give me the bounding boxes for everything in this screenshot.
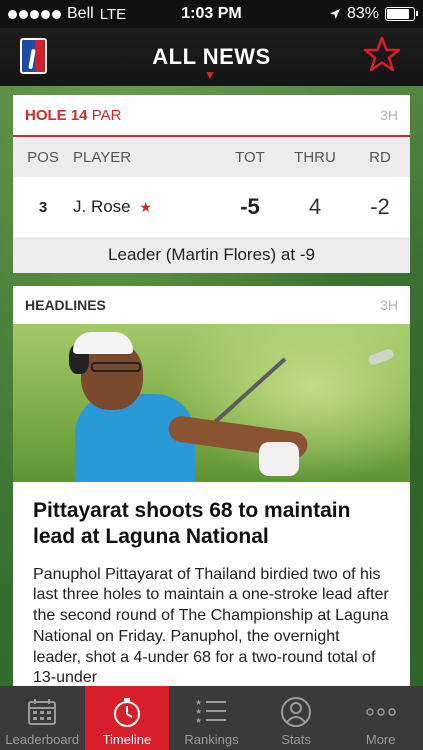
headline-card-header: HEADLINES 3H bbox=[13, 286, 410, 324]
position-value: 3 bbox=[38, 198, 48, 216]
timestamp: 3H bbox=[380, 107, 398, 123]
col-rd: RD bbox=[369, 148, 391, 166]
col-player: PLAYER bbox=[73, 148, 132, 166]
table-header: POS PLAYER TOT THRU RD bbox=[13, 137, 410, 177]
tab-label: Leaderboard bbox=[5, 732, 80, 747]
player-name: J. Rose bbox=[73, 197, 131, 216]
live-score-card[interactable]: HOLE 14 PAR 3H POS PLAYER TOT THRU RD 3 … bbox=[13, 95, 410, 273]
thru-value: 4 bbox=[308, 194, 322, 219]
svg-text:★: ★ bbox=[195, 707, 202, 716]
stopwatch-icon bbox=[113, 698, 140, 727]
col-thru: THRU bbox=[294, 148, 336, 166]
svg-text:★: ★ bbox=[195, 716, 202, 725]
network-label: LTE bbox=[99, 5, 127, 23]
tab-label: More bbox=[365, 732, 396, 747]
svg-text:★: ★ bbox=[195, 698, 202, 707]
timestamp: 3H bbox=[380, 297, 398, 313]
signal-icon bbox=[8, 9, 61, 19]
user-icon bbox=[281, 697, 312, 727]
chevron-down-icon[interactable]: ▼ bbox=[204, 68, 216, 82]
battery-percent: 83% bbox=[346, 5, 379, 22]
hole-label: HOLE 14 bbox=[25, 106, 88, 124]
tab-rankings[interactable]: ★ ★ ★ Rankings bbox=[169, 686, 254, 750]
total-score: -5 bbox=[240, 194, 260, 219]
carrier-label: Bell bbox=[67, 5, 94, 22]
tab-label: Rankings bbox=[184, 732, 239, 747]
favorite-star-icon: ★ bbox=[139, 199, 152, 215]
battery-icon bbox=[385, 7, 418, 21]
tab-stats[interactable]: Stats bbox=[254, 686, 339, 750]
calendar-grid-icon bbox=[28, 699, 57, 725]
article-summary: Panuphol Pittayarat of Thailand birdied … bbox=[33, 565, 389, 687]
tab-more[interactable]: More bbox=[338, 686, 423, 750]
nav-bar: ALL NEWS ▼ bbox=[0, 28, 423, 86]
location-arrow-icon bbox=[329, 9, 340, 19]
article-title[interactable]: Pittayarat shoots 68 to maintain lead at… bbox=[13, 482, 410, 551]
star-outline-icon[interactable] bbox=[363, 36, 401, 72]
clock: 1:03 PM bbox=[181, 5, 242, 22]
star-list-icon: ★ ★ ★ bbox=[195, 698, 227, 725]
more-dots-icon bbox=[365, 708, 396, 716]
tab-bar: Leaderboard Timeline ★ ★ ★ Rankings Stat… bbox=[0, 686, 423, 750]
par-label: PAR bbox=[91, 106, 122, 124]
score-card-header: HOLE 14 PAR 3H bbox=[13, 95, 410, 135]
tab-label: Timeline bbox=[102, 732, 152, 747]
col-tot: TOT bbox=[235, 148, 265, 166]
tab-leaderboard[interactable]: Leaderboard bbox=[0, 686, 85, 750]
status-bar: Bell LTE 1:03 PM 83% bbox=[0, 0, 423, 28]
table-row[interactable]: 3 J. Rose ★ -5 4 -2 bbox=[13, 177, 410, 237]
tab-timeline[interactable]: Timeline bbox=[84, 686, 170, 750]
article-photo[interactable] bbox=[13, 324, 410, 482]
pga-tour-logo[interactable] bbox=[20, 38, 47, 74]
page-title[interactable]: ALL NEWS bbox=[152, 44, 270, 70]
col-pos: POS bbox=[27, 148, 59, 166]
leader-info: Leader (Martin Flores) at -9 bbox=[13, 237, 410, 273]
headlines-label: HEADLINES bbox=[25, 297, 106, 313]
round-score: -2 bbox=[370, 194, 390, 219]
tab-label: Stats bbox=[281, 732, 311, 747]
headline-card[interactable]: HEADLINES 3H Pittayarat shoots 68 to mai… bbox=[13, 286, 410, 686]
